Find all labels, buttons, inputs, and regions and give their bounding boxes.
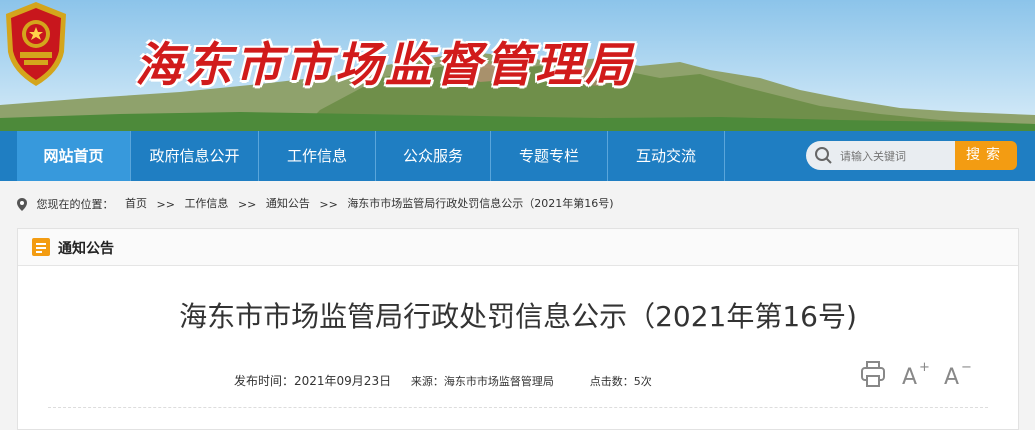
- breadcrumb-notices[interactable]: 通知公告: [266, 197, 310, 210]
- nav-item-gov-info[interactable]: 政府信息公开: [131, 131, 258, 181]
- article-source: 来源：海东市市场监督管理局: [410, 375, 554, 388]
- nav-item-public-service[interactable]: 公众服务: [376, 131, 490, 181]
- font-increase-icon[interactable]: A +: [900, 360, 930, 388]
- nav-item-interaction[interactable]: 互动交流: [608, 131, 724, 181]
- search-icon: [815, 147, 832, 164]
- svg-text:−: −: [961, 360, 972, 375]
- publish-date: 发布时间：2021年09月23日: [234, 374, 392, 388]
- panel-header: 通知公告: [18, 229, 1018, 266]
- svg-text:A: A: [944, 365, 959, 388]
- nav-item-special-topics[interactable]: 专题专栏: [491, 131, 607, 181]
- print-icon[interactable]: [858, 360, 888, 388]
- content-divider: [48, 407, 988, 408]
- nav-item-work-info[interactable]: 工作信息: [259, 131, 375, 181]
- font-decrease-icon[interactable]: A −: [942, 360, 972, 388]
- article-meta: 发布时间：2021年09月23日 来源：海东市市场监督管理局 点击数：5次: [234, 372, 668, 389]
- breadcrumb-prefix: 您现在的位置：: [36, 198, 114, 211]
- article-title: 海东市市场监管局行政处罚信息公示（2021年第16号): [179, 300, 857, 333]
- search-box: [806, 141, 956, 170]
- breadcrumb: 您现在的位置： 首页 >> 工作信息 >> 通知公告 >> 海东市市场监管局行政…: [17, 195, 614, 212]
- svg-text:+: +: [919, 360, 930, 375]
- breadcrumb-home[interactable]: 首页: [125, 197, 147, 210]
- breadcrumb-separator: >>: [319, 197, 338, 211]
- breadcrumb-current[interactable]: 海东市市场监管局行政处罚信息公示（2021年第16号): [347, 197, 613, 210]
- click-count: 点击数：5次: [589, 375, 652, 388]
- svg-text:A: A: [902, 365, 917, 388]
- nav-item-home[interactable]: 网站首页: [17, 131, 130, 181]
- breadcrumb-work-info[interactable]: 工作信息: [184, 197, 228, 210]
- search-button[interactable]: 搜索: [955, 141, 1017, 170]
- national-emblem-icon: [6, 2, 66, 86]
- breadcrumb-separator: >>: [237, 197, 257, 211]
- content-panel: 通知公告 海东市市场监管局行政处罚信息公示（2021年第16号) 发布时间：20…: [17, 228, 1019, 430]
- notice-list-icon: [32, 238, 50, 256]
- panel-title: 通知公告: [58, 241, 114, 257]
- breadcrumb-separator: >>: [156, 197, 175, 211]
- header-banner: 海东市市场监督管理局: [0, 0, 1035, 131]
- site-title: 海东市市场监督管理局: [135, 38, 635, 93]
- search-input[interactable]: [838, 146, 954, 166]
- location-pin-icon: [17, 197, 27, 211]
